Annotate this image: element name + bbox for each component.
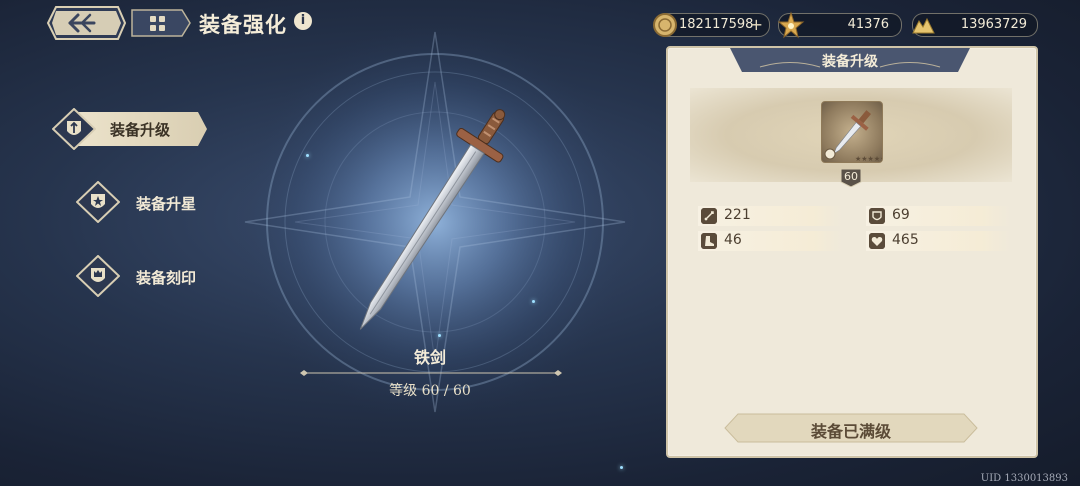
currency-gold-value: 182117598: [679, 17, 754, 32]
user-id: UID 1330013893: [980, 473, 1068, 484]
stat-attack-value: 221: [724, 207, 751, 223]
menu-button[interactable]: [130, 8, 192, 38]
currency-star-value: 41376: [847, 17, 889, 32]
svg-text:★★★★★: ★★★★★: [855, 155, 882, 162]
stat-speed-value: 46: [724, 232, 742, 248]
shield-crown-icon: [76, 255, 120, 297]
sparkle-particle: [438, 334, 441, 337]
nav-item-engrave[interactable]: 装备刻印: [76, 255, 216, 297]
iron-sword-thumb-icon: ★★★★★: [824, 110, 886, 163]
max-level-button-label: 装备已满级: [810, 422, 891, 441]
item-card[interactable]: ★★★★★: [821, 101, 886, 163]
sword-attack-icon: [701, 208, 717, 224]
gold-coin-icon: [653, 13, 677, 37]
currency-gold-pile: 13963729: [912, 13, 1038, 37]
heart-hp-icon: [869, 233, 885, 249]
stat-speed: 46: [698, 231, 842, 251]
stat-attack: 221: [698, 206, 842, 226]
currency-gold[interactable]: 182117598 +: [653, 13, 770, 37]
shield-star-icon: [76, 181, 120, 223]
item-level-text: 等级 60 / 60: [389, 383, 471, 399]
nav-label-star-up: 装备升星: [136, 195, 197, 213]
iron-sword-image: [359, 109, 506, 330]
page-title: 装备强化: [199, 12, 287, 37]
stat-hp: 465: [866, 231, 1010, 251]
sparkle-particle: [532, 300, 535, 303]
sparkle-particle: [620, 466, 623, 469]
star-crystal-icon: [777, 11, 805, 39]
shield-defense-icon: [869, 208, 885, 224]
gold-pile-icon: [912, 17, 935, 34]
stat-defense: 69: [866, 206, 1010, 226]
stat-defense-value: 69: [892, 207, 910, 223]
panel-title: 装备升级: [822, 54, 878, 70]
boot-speed-icon: [701, 233, 717, 249]
nav-item-star-up[interactable]: 装备升星: [76, 181, 216, 223]
item-level-value: 60: [844, 170, 858, 183]
shield-upgrade-icon: [52, 108, 96, 150]
stat-hp-value: 465: [892, 232, 919, 248]
sparkle-particle: [306, 154, 309, 157]
currency-star: 41376: [777, 11, 902, 39]
nav-label-upgrade: 装备升级: [110, 121, 171, 139]
add-gold-icon[interactable]: +: [750, 14, 763, 36]
nav-label-engrave: 装备刻印: [136, 269, 197, 287]
item-name: 铁剑: [413, 348, 446, 367]
info-icon[interactable]: i: [294, 12, 312, 30]
nav-item-upgrade[interactable]: 装备升级: [52, 108, 208, 150]
currency-gold-pile-value: 13963729: [960, 17, 1027, 32]
back-button[interactable]: [46, 5, 126, 41]
divider-line: [300, 370, 562, 376]
